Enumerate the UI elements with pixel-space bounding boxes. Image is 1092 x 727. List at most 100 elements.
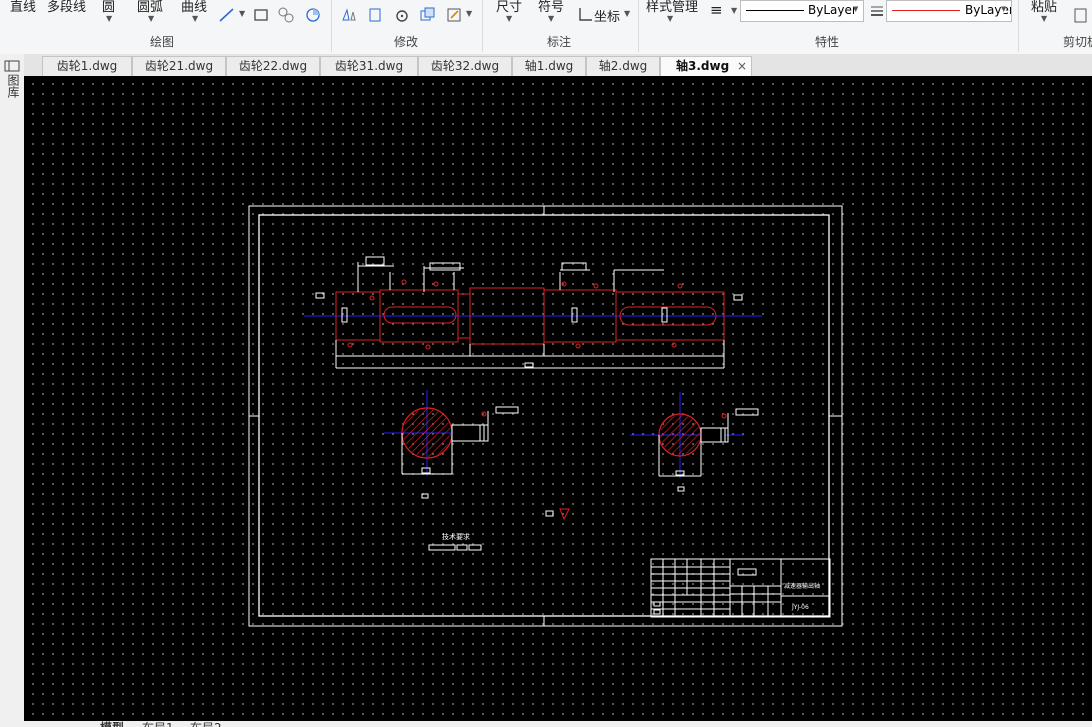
tab-layout1[interactable]: 布局1 — [142, 719, 174, 727]
tolerance-box — [495, 406, 519, 414]
copy-icon[interactable] — [418, 6, 436, 24]
linetype-dropdown[interactable]: ByLayer ▼ — [740, 0, 864, 22]
roughness-symbol — [593, 283, 599, 289]
properties-edit-icon[interactable] — [445, 6, 463, 24]
mirror-icon[interactable] — [340, 6, 358, 24]
tab-layout2[interactable]: 布局2 — [190, 719, 222, 727]
panel-toggle-icon[interactable] — [4, 60, 20, 72]
drawing-svg: 技术要求 减速器输出轴 JYJ-06 — [248, 205, 843, 627]
circle-button[interactable]: 圆 — [102, 0, 115, 15]
general-roughness-box — [545, 510, 554, 517]
chevron-down-icon[interactable]: ▼ — [506, 14, 512, 23]
left-side-panel: 图库 — [0, 54, 24, 727]
dimension-text-box — [524, 362, 534, 368]
tolerance-box — [733, 294, 743, 301]
roughness-symbol — [481, 411, 487, 417]
keyway-section — [451, 424, 485, 442]
tab-gear32[interactable]: 齿轮32.dwg — [418, 56, 512, 76]
chevron-down-icon[interactable]: ▼ — [466, 9, 472, 18]
drawing-canvas[interactable]: 技术要求 减速器输出轴 JYJ-06 — [24, 76, 1092, 721]
symbol-button[interactable]: 符号 — [538, 0, 564, 15]
coordinate-icon[interactable] — [577, 5, 595, 23]
region-icon[interactable] — [304, 6, 322, 24]
requirement-text-box — [468, 544, 482, 551]
tolerance-box — [315, 292, 325, 299]
tab-label: 齿轮32.dwg — [430, 59, 500, 73]
roughness-symbol — [561, 281, 567, 287]
clipboard-icon[interactable] — [1072, 6, 1090, 24]
chevron-down-icon: ▼ — [1001, 5, 1007, 13]
ribbon-separator — [638, 0, 639, 52]
tab-gear1[interactable]: 齿轮1.dwg — [42, 56, 132, 76]
title-block-field — [653, 609, 661, 615]
chevron-down-icon[interactable]: ▼ — [148, 14, 154, 23]
tab-model[interactable]: 模型 — [100, 719, 124, 727]
dimension-text-box — [421, 467, 431, 474]
document-tab-bar: 齿轮1.dwg 齿轮21.dwg 齿轮22.dwg 齿轮31.dwg 齿轮32.… — [0, 54, 1092, 77]
rectangle-icon[interactable] — [252, 6, 270, 24]
tab-shaft2[interactable]: 轴2.dwg — [586, 56, 660, 76]
roughness-symbol — [559, 508, 570, 521]
tab-label: 齿轮22.dwg — [238, 59, 308, 73]
tab-label: 轴2.dwg — [598, 59, 648, 73]
dimension-text-box — [341, 307, 348, 323]
dimension-button[interactable]: 尺寸 — [496, 0, 522, 15]
annotate-group-label: 标注 — [547, 35, 572, 49]
polyline-button[interactable]: 多段线 — [47, 0, 86, 15]
ribbon-separator — [1018, 0, 1019, 52]
color-dropdown[interactable]: ByLayer ▼ — [886, 0, 1012, 22]
tab-gear21[interactable]: 齿轮21.dwg — [132, 56, 226, 76]
tab-shaft1[interactable]: 轴1.dwg — [512, 56, 586, 76]
chevron-down-icon[interactable]: ▼ — [106, 14, 112, 23]
chevron-down-icon[interactable]: ▼ — [731, 6, 737, 15]
tab-label: 齿轮21.dwg — [144, 59, 214, 73]
dimension-text-box — [421, 493, 429, 499]
title-block: 减速器输出轴 JYJ-06 — [650, 558, 831, 618]
requirement-text-box — [428, 544, 456, 551]
section-hatch — [403, 409, 451, 457]
construction-line-icon[interactable] — [218, 6, 236, 24]
section-view-1 — [384, 390, 519, 499]
hatch-icon[interactable] — [277, 6, 295, 24]
chevron-down-icon[interactable]: ▼ — [192, 14, 198, 23]
chevron-down-icon[interactable]: ▼ — [1041, 14, 1047, 23]
offset-icon[interactable] — [366, 6, 384, 24]
tab-gear31[interactable]: 齿轮31.dwg — [320, 56, 418, 76]
chevron-down-icon[interactable]: ▼ — [548, 14, 554, 23]
roughness-symbol — [671, 342, 677, 348]
roughness-symbol — [433, 281, 439, 287]
roughness-symbol — [401, 279, 407, 285]
tab-label: 轴1.dwg — [524, 59, 574, 73]
line-button[interactable]: 直线 — [10, 0, 36, 15]
clipboard-group-label: 剪切板 — [1063, 35, 1092, 49]
dimension-text-box — [661, 307, 668, 323]
tolerance-box — [735, 408, 759, 416]
rotate-icon[interactable] — [393, 6, 411, 24]
style-manager-button[interactable]: 样式管理 — [646, 0, 698, 15]
tab-label: 轴3.dwg — [676, 59, 730, 73]
lineweight-icon[interactable]: ≡ — [710, 1, 723, 19]
chevron-down-icon[interactable]: ▼ — [624, 9, 630, 18]
properties-group-label: 特性 — [815, 35, 840, 49]
linetype-value: ByLayer — [808, 3, 857, 17]
coordinate-button[interactable]: 坐标 — [594, 6, 620, 25]
tab-gear22[interactable]: 齿轮22.dwg — [226, 56, 320, 76]
chevron-down-icon: ▼ — [853, 5, 859, 13]
library-panel-tab[interactable]: 图库 — [4, 74, 20, 98]
shaft-main-view — [304, 256, 762, 369]
paste-button[interactable]: 粘贴 — [1031, 0, 1057, 15]
close-icon[interactable]: × — [737, 57, 747, 76]
chevron-down-icon[interactable]: ▼ — [239, 9, 245, 18]
title-block-drawing-name: 减速器输出轴 — [784, 582, 820, 590]
arc-button[interactable]: 圆弧 — [137, 0, 163, 15]
lineweight-list-icon[interactable] — [868, 2, 886, 20]
tab-shaft3[interactable]: 轴3.dwg × — [660, 56, 752, 77]
chevron-down-icon[interactable]: ▼ — [667, 14, 673, 23]
roughness-symbol — [721, 413, 727, 419]
draw-group-label: 绘图 — [150, 35, 175, 49]
title-block-drawing-code: JYJ-06 — [791, 604, 809, 611]
curve-button[interactable]: 曲线 — [181, 0, 207, 15]
title-block-field — [653, 601, 661, 607]
keyway-slot — [383, 306, 457, 324]
title-block-field — [737, 568, 757, 576]
